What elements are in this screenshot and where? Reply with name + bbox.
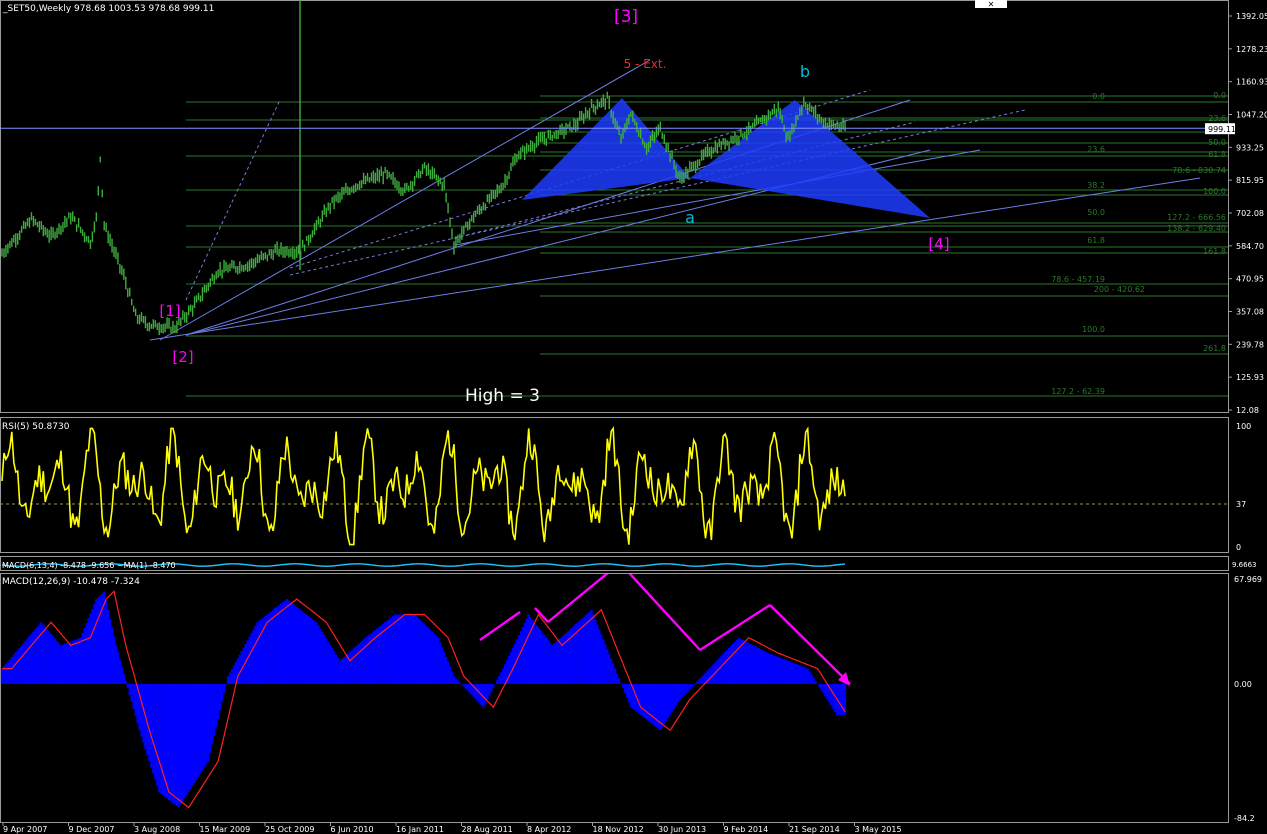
time-tick-label: 18 Nov 2012 bbox=[593, 825, 644, 834]
main-chart-title: _SET50,Weekly 978.68 1003.53 978.68 999.… bbox=[2, 4, 214, 14]
fib-label: 23.6 bbox=[1208, 114, 1226, 123]
fib-label: 23.6 bbox=[1087, 145, 1105, 154]
wave-label: b bbox=[800, 62, 810, 81]
time-tick-label: 3 Aug 2008 bbox=[134, 825, 180, 834]
price-tick-label: 1047.20 bbox=[1236, 111, 1267, 120]
close-icon[interactable]: ✕ bbox=[975, 0, 1007, 9]
fib-label: 161.8 bbox=[1203, 247, 1226, 256]
time-tick-label: 6 Jun 2010 bbox=[331, 825, 374, 834]
price-tick-label: 1392.05 bbox=[1236, 12, 1267, 21]
time-tick-label: 25 Oct 2009 bbox=[265, 825, 314, 834]
fib-label: 100.0 bbox=[1203, 187, 1226, 196]
fib-label: 78.6 - 830.74 bbox=[1172, 166, 1226, 175]
fib-label: 100.0 bbox=[1082, 325, 1105, 334]
price-tick-label: 815.95 bbox=[1236, 176, 1264, 185]
macd-tick-label: 0.00 bbox=[1234, 680, 1252, 689]
price-tick-label: 239.78 bbox=[1236, 340, 1264, 349]
price-tick-label: 357.08 bbox=[1236, 308, 1264, 317]
fib-label: 200 - 420.62 bbox=[1094, 285, 1145, 294]
wave-label: [3] bbox=[614, 7, 638, 27]
wave-label: a bbox=[685, 208, 695, 227]
macd-small-tick: 9.6663 bbox=[1232, 561, 1257, 569]
fib-label: 138.2 - 629.40 bbox=[1167, 224, 1226, 233]
svg-text:✕: ✕ bbox=[988, 0, 995, 9]
time-tick-label: 9 Apr 2007 bbox=[3, 825, 47, 834]
price-tick-label: 1160.93 bbox=[1236, 78, 1267, 87]
time-tick-label: 8 Apr 2012 bbox=[527, 825, 571, 834]
divergence-arrow bbox=[547, 574, 609, 623]
time-axis: 9 Apr 2007 9 Dec 2007 3 Aug 2008 15 Mar 200… bbox=[2, 822, 902, 834]
wave-label: 5 - Ext. bbox=[624, 57, 667, 71]
price-tick-label: 933.25 bbox=[1236, 143, 1264, 152]
divergence-arrow bbox=[628, 574, 701, 651]
fib-label: 127.2 - 62.39 bbox=[1051, 387, 1105, 396]
time-tick-label: 30 Jun 2013 bbox=[658, 825, 706, 834]
macd-tick-label: 67.969 bbox=[1234, 575, 1262, 584]
fib-label: 61.8 bbox=[1208, 150, 1226, 159]
divergence-arrow bbox=[479, 611, 521, 641]
divergence-arrow bbox=[534, 607, 549, 623]
macd-tick-label: -84.2 bbox=[1234, 814, 1255, 823]
high-note: High = 3 bbox=[465, 386, 540, 406]
price-tick-label: 125.93 bbox=[1236, 373, 1264, 382]
time-tick-label: 9 Dec 2007 bbox=[69, 825, 115, 834]
macd-histogram bbox=[0, 591, 847, 808]
time-tick-label: 3 May 2015 bbox=[855, 825, 902, 834]
price-tick-label: 470.95 bbox=[1236, 275, 1264, 284]
price-tick-label: 12.08 bbox=[1236, 406, 1259, 415]
last-price-label: 999.11 bbox=[1208, 125, 1236, 134]
fib-label: 78.6 - 457.19 bbox=[1051, 275, 1105, 284]
trading-chart: [3] [4] [1] [2] 5 - Ext. b a 0.0 23.6 38.2 50.0 61… bbox=[0, 0, 1267, 834]
rsi-title: RSI(5) 50.8730 bbox=[2, 422, 70, 432]
wave-label: [4] bbox=[928, 235, 949, 253]
time-tick-label: 15 Mar 2009 bbox=[200, 825, 251, 834]
fib-label: 127.2 - 666.56 bbox=[1167, 213, 1226, 222]
wave-label: [1] bbox=[159, 302, 180, 320]
macd-axis: 67.969 0.00 -84.2 bbox=[1234, 575, 1262, 823]
fib-labels: 0.0 23.6 38.2 50.0 61.8 78.6 - 830.74 100.0 127… bbox=[1051, 91, 1226, 396]
fib-label: 50.0 bbox=[1208, 138, 1226, 147]
price-tick-label: 1278.23 bbox=[1236, 45, 1267, 54]
fib-label: 0.0 bbox=[1092, 92, 1105, 101]
price-tick-label: 702.08 bbox=[1236, 209, 1264, 218]
fibonacci-levels bbox=[186, 95, 1228, 397]
trend-line-dashed bbox=[185, 99, 281, 301]
rsi-tick-label: 100 bbox=[1236, 422, 1251, 431]
rsi-axis: 100 37 0 bbox=[1236, 422, 1251, 552]
fib-label: 61.8 bbox=[1087, 236, 1105, 245]
wave-label: [2] bbox=[172, 348, 193, 366]
fib-label: 0.0 bbox=[1213, 91, 1226, 100]
rsi-line bbox=[1, 425, 846, 546]
time-tick-label: 16 Jan 2011 bbox=[396, 825, 444, 834]
price-tick-label: 584.70 bbox=[1236, 242, 1264, 251]
fib-label: 261.8 bbox=[1203, 344, 1226, 353]
time-tick-label: 21 Sep 2014 bbox=[789, 825, 840, 834]
macd-title: MACD(12,26,9) -10.478 -7.324 bbox=[2, 577, 140, 587]
trend-line bbox=[149, 177, 1201, 341]
fib-label: 50.0 bbox=[1087, 208, 1105, 217]
price-axis: 1392.05 1278.23 1160.93 1047.20 933.25 815.95… bbox=[1228, 12, 1267, 415]
rsi-tick-label: 37 bbox=[1236, 500, 1246, 509]
rsi-tick-label: 0 bbox=[1236, 543, 1241, 552]
macd-small-title: MACD(6,13,4) -8.478 -9.656 ~MA(1) -8.470 bbox=[2, 561, 176, 570]
time-tick-label: 28 Aug 2011 bbox=[462, 825, 513, 834]
time-tick-label: 9 Feb 2014 bbox=[724, 825, 769, 834]
fib-label: 38.2 bbox=[1087, 181, 1105, 190]
